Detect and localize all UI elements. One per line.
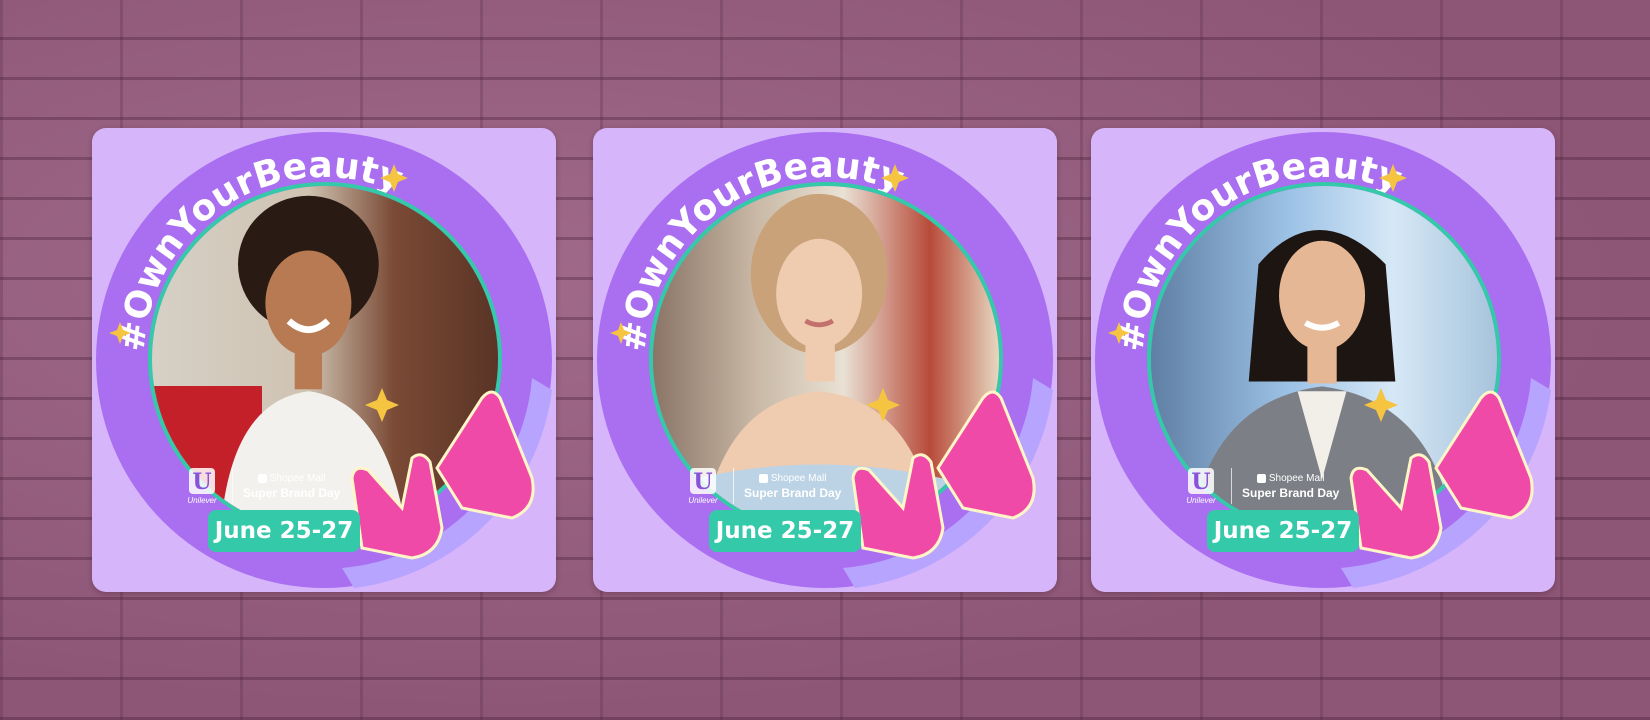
date-badge: June 25-27 <box>208 510 360 552</box>
logo-divider <box>232 468 233 504</box>
frame-card-3: #OwnYourBeauty U Unilever Shopee Mall Su… <box>1091 128 1555 592</box>
shopee-bag-icon <box>257 473 267 483</box>
sponsor-logos: U Unilever Shopee Mall Super Brand Day <box>1181 462 1381 510</box>
shopee-bag-icon <box>758 473 768 483</box>
unilever-logo: U Unilever <box>688 467 718 505</box>
shopee-logo: Shopee Mall Super Brand Day <box>1242 472 1340 500</box>
frame-card-1: #OwnYourBeauty U Unilever Shopee Mall Su… <box>92 128 556 592</box>
shopee-logo: Shopee Mall Super Brand Day <box>243 472 341 500</box>
unilever-mark-icon: U <box>189 467 215 495</box>
unilever-logo: U Unilever <box>187 467 217 505</box>
frame-card-2: #OwnYourBeauty U Unilever Shopee Mall Su… <box>593 128 1057 592</box>
shopee-logo: Shopee Mall Super Brand Day <box>744 472 842 500</box>
date-badge: June 25-27 <box>1207 510 1359 552</box>
sponsor-logos: U Unilever Shopee Mall Super Brand Day <box>182 462 382 510</box>
unilever-mark-icon: U <box>1188 467 1214 495</box>
logo-divider <box>1231 468 1232 504</box>
unilever-logo: U Unilever <box>1186 467 1216 505</box>
logo-divider <box>733 468 734 504</box>
sponsor-logos: U Unilever Shopee Mall Super Brand Day <box>683 462 883 510</box>
unilever-mark-icon: U <box>690 467 716 495</box>
shopee-bag-icon <box>1256 473 1266 483</box>
date-badge: June 25-27 <box>709 510 861 552</box>
